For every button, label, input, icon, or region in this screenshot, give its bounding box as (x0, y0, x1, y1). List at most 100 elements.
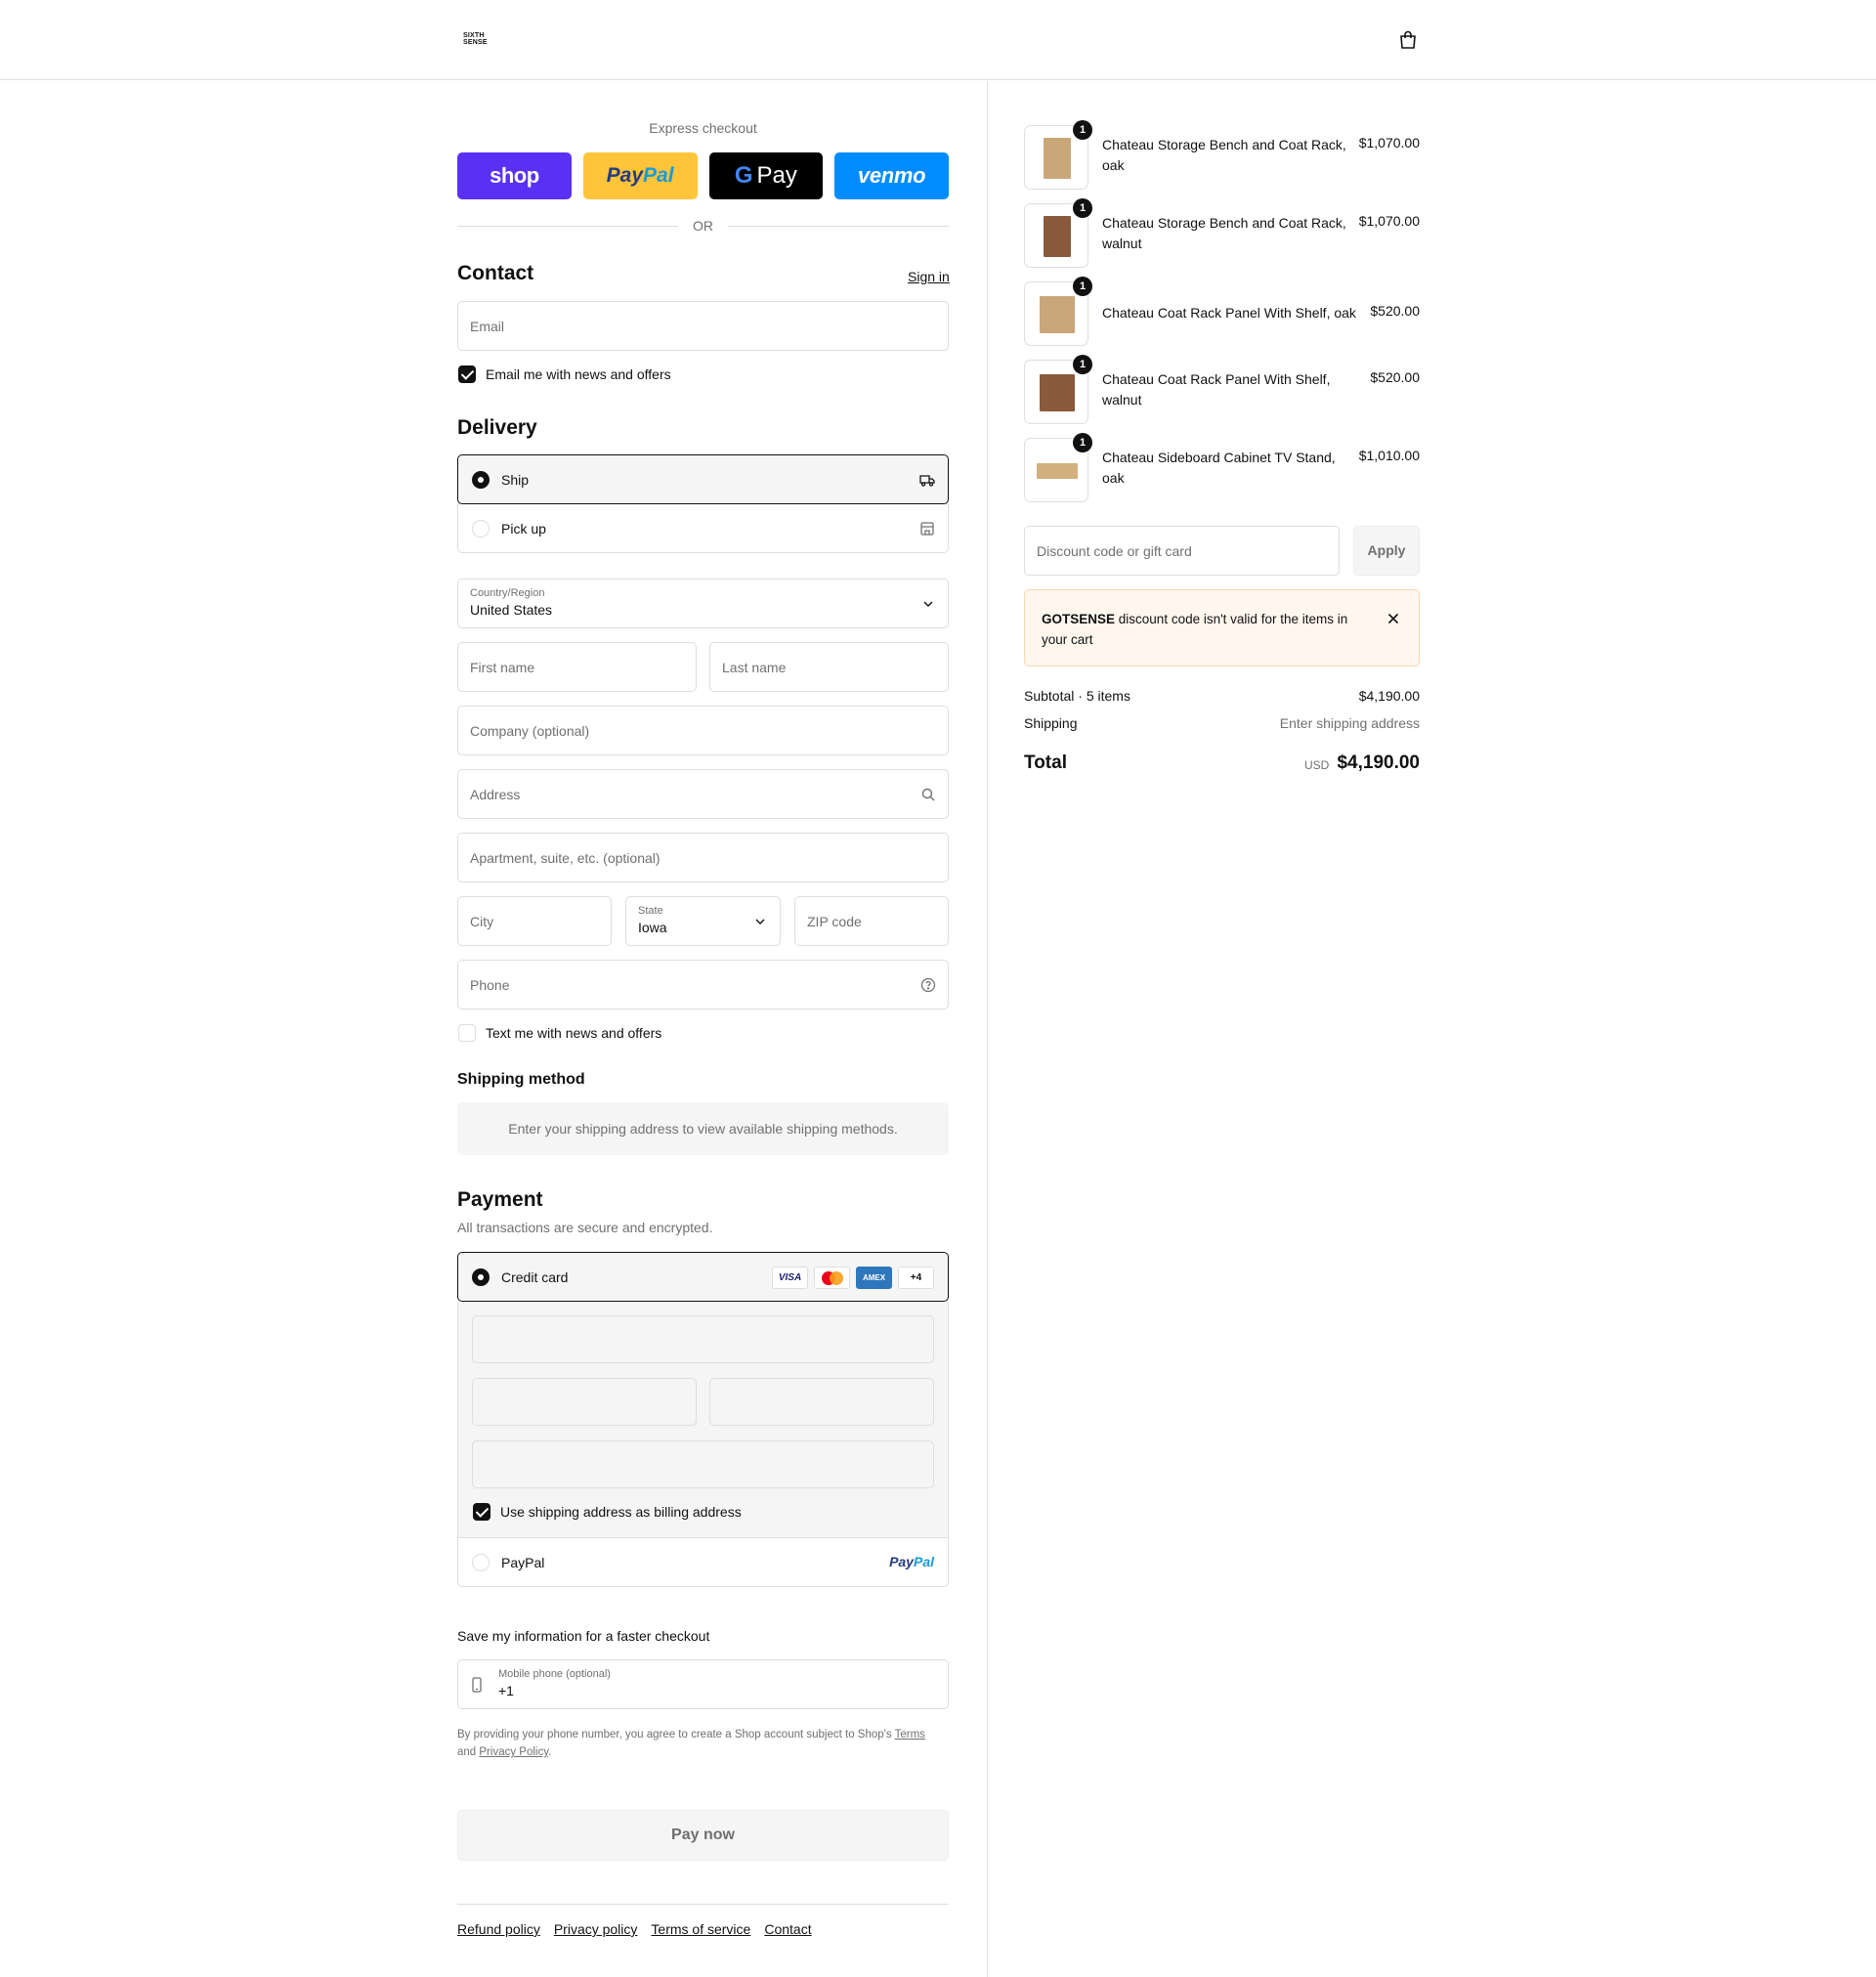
cart-item: 1 Chateau Sideboard Cabinet TV Stand, oa… (1024, 433, 1420, 502)
item-price: $1,070.00 (1358, 135, 1420, 150)
item-price: $520.00 (1370, 303, 1420, 319)
google-pay-button[interactable]: G Pay (708, 152, 824, 199)
city-placeholder: City (470, 914, 494, 929)
country-select[interactable]: Country/Region United States (457, 579, 949, 628)
and-text: and (457, 1746, 477, 1758)
pay-now-button[interactable]: Pay now (457, 1810, 949, 1861)
terms-link[interactable]: Terms (895, 1729, 925, 1741)
text-news-checkbox[interactable] (458, 1024, 476, 1042)
discount-code-text: GOTSENSE (1042, 612, 1116, 626)
paypal-label: PayPal (501, 1555, 545, 1570)
shipping-value: Enter shipping address (1279, 715, 1420, 731)
address-placeholder: Address (470, 787, 521, 802)
or-divider: OR (457, 216, 949, 236)
mobile-phone-icon (472, 1677, 482, 1693)
subtotal-row: Subtotal · 5 items $4,190.00 (1024, 688, 1420, 704)
state-select[interactable]: State Iowa (625, 896, 781, 946)
product-image (1040, 296, 1075, 333)
country-value: United States (470, 602, 553, 618)
discount-placeholder: Discount code or gift card (1037, 543, 1192, 559)
express-checkout-buttons: shop Pay Pal G Pay venmo (457, 152, 949, 199)
apply-discount-button[interactable]: Apply (1353, 526, 1420, 576)
more-cards-badge: +4 (898, 1267, 934, 1289)
pickup-radio[interactable] (472, 520, 490, 537)
payment-subtitle: All transactions are secure and encrypte… (457, 1220, 713, 1235)
card-name-field[interactable] (472, 1440, 934, 1488)
paypal-button[interactable]: Pay Pal (582, 152, 698, 199)
shipping-row: Shipping Enter shipping address (1024, 715, 1420, 731)
truck-icon (919, 475, 935, 487)
privacy-policy-footer-link[interactable]: Privacy policy (554, 1921, 638, 1937)
contact-title: Contact (457, 262, 534, 284)
address-field[interactable]: Address (457, 769, 949, 819)
last-name-placeholder: Last name (722, 660, 787, 675)
refund-policy-link[interactable]: Refund policy (457, 1921, 540, 1937)
paypal-option[interactable]: PayPal PayPal (457, 1537, 949, 1587)
gpay-text: Pay (756, 162, 797, 189)
terms-of-service-link[interactable]: Terms of service (651, 1921, 750, 1937)
text-news-label: Text me with news and offers (486, 1025, 662, 1041)
paypal-logo: PayPal (889, 1554, 934, 1569)
item-name: Chateau Coat Rack Panel With Shelf, oak (1102, 305, 1356, 321)
state-label: State (638, 905, 663, 917)
phone-field[interactable]: Phone (457, 960, 949, 1010)
email-news-checkbox[interactable] (458, 365, 476, 383)
ship-option[interactable]: Ship (457, 454, 949, 504)
pickup-label: Pick up (501, 521, 546, 537)
or-text: OR (683, 218, 723, 234)
card-number-field[interactable] (472, 1315, 934, 1363)
zip-placeholder: ZIP code (807, 914, 862, 929)
paypal-text-b: Pal (643, 164, 674, 187)
last-name-field[interactable]: Last name (709, 642, 949, 692)
store-icon (920, 522, 934, 536)
city-field[interactable]: City (457, 896, 612, 946)
pickup-option[interactable]: Pick up (457, 503, 949, 553)
zip-field[interactable]: ZIP code (794, 896, 949, 946)
paypal-logo-b: Pal (913, 1554, 934, 1569)
close-icon[interactable] (1386, 611, 1401, 626)
mobile-phone-field[interactable]: Mobile phone (optional) +1 (457, 1659, 949, 1709)
period-text: . (548, 1746, 552, 1758)
product-image (1037, 463, 1078, 479)
help-circle-icon[interactable] (920, 977, 936, 993)
ship-radio[interactable] (472, 471, 490, 489)
email-field[interactable]: Email (457, 301, 949, 351)
card-cvv-field[interactable] (709, 1378, 934, 1426)
payment-title: Payment (457, 1188, 543, 1211)
item-name: Chateau Storage Bench and Coat Rack, wal… (1102, 215, 1346, 251)
venmo-button[interactable]: venmo (834, 152, 949, 199)
quantity-badge: 1 (1073, 120, 1092, 140)
contact-link[interactable]: Contact (764, 1921, 811, 1937)
card-expiry-field[interactable] (472, 1378, 697, 1426)
item-name: Chateau Sideboard Cabinet TV Stand, oak (1102, 450, 1336, 486)
cart-item: 1 Chateau Storage Bench and Coat Rack, w… (1024, 198, 1420, 268)
shipping-label: Shipping (1024, 715, 1078, 731)
shopping-bag-icon[interactable] (1397, 29, 1419, 51)
shop-pay-button[interactable]: shop (457, 152, 572, 199)
billing-checkbox[interactable] (473, 1503, 490, 1521)
country-label: Country/Region (470, 587, 545, 599)
credit-card-radio[interactable] (472, 1268, 490, 1286)
mastercard-icon (814, 1267, 850, 1289)
ship-label: Ship (501, 472, 530, 488)
first-name-field[interactable]: First name (457, 642, 697, 692)
discount-code-field[interactable]: Discount code or gift card (1024, 526, 1340, 576)
logo-line-2: SENSE (463, 39, 488, 46)
quantity-badge: 1 (1073, 355, 1092, 374)
logo-line-1: SIXTH (463, 32, 485, 39)
paypal-radio[interactable] (472, 1554, 490, 1571)
express-checkout-label: Express checkout (649, 120, 757, 136)
first-name-placeholder: First name (470, 660, 535, 675)
store-logo[interactable]: SIXTH SENSE (463, 32, 492, 46)
cart-item: 1 Chateau Coat Rack Panel With Shelf, oa… (1024, 277, 1420, 346)
item-name: Chateau Coat Rack Panel With Shelf, waln… (1102, 371, 1331, 408)
google-g-icon: G (734, 162, 753, 189)
privacy-policy-link[interactable]: Privacy Policy (479, 1746, 548, 1758)
chevron-down-icon (755, 919, 765, 924)
card-logos: VISA AMEX +4 (772, 1267, 934, 1289)
credit-card-option[interactable]: Credit card VISA AMEX +4 (457, 1252, 949, 1302)
email-placeholder: Email (470, 319, 505, 334)
sign-in-link[interactable]: Sign in (908, 269, 950, 284)
company-field[interactable]: Company (optional) (457, 706, 949, 755)
apartment-field[interactable]: Apartment, suite, etc. (optional) (457, 833, 949, 882)
